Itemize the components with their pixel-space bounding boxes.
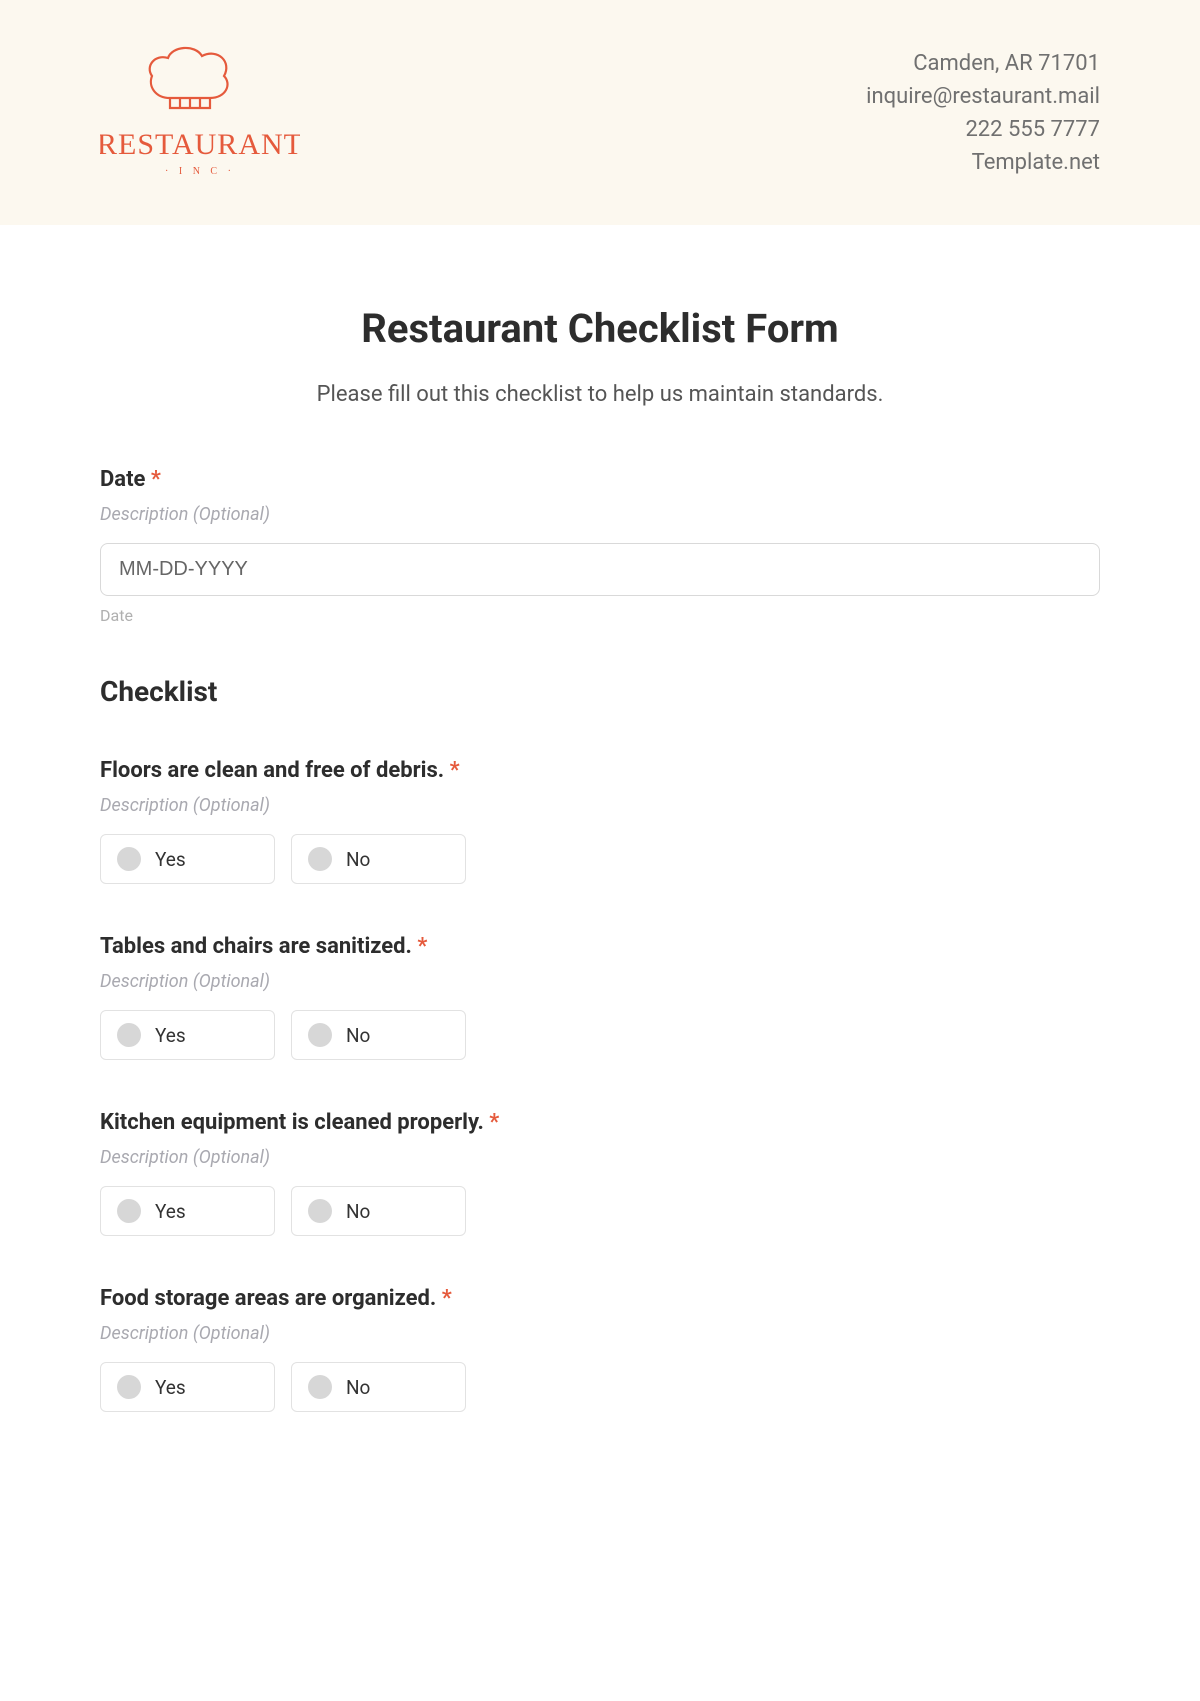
- item-desc: Description (Optional): [100, 971, 1100, 992]
- radio-label: No: [346, 1024, 370, 1047]
- date-input[interactable]: [100, 543, 1100, 596]
- required-mark: *: [450, 758, 460, 783]
- item-desc: Description (Optional): [100, 795, 1100, 816]
- radio-circle-icon: [117, 1199, 141, 1223]
- header-band: RESTAURANT · I N C · Camden, AR 71701 in…: [0, 0, 1200, 225]
- radio-label: No: [346, 848, 370, 871]
- checklist-heading: Checklist: [100, 675, 1100, 708]
- required-mark: *: [151, 467, 161, 492]
- contact-address: Camden, AR 71701: [866, 47, 1100, 80]
- checklist-item: Food storage areas are organized. * Desc…: [100, 1286, 1100, 1412]
- date-label: Date *: [100, 467, 1100, 492]
- date-sublabel: Date: [100, 606, 1100, 625]
- item-label: Food storage areas are organized. *: [100, 1286, 1100, 1311]
- item-label: Kitchen equipment is cleaned properly. *: [100, 1110, 1100, 1135]
- radio-row: Yes No: [100, 1010, 1100, 1060]
- radio-row: Yes No: [100, 1362, 1100, 1412]
- radio-circle-icon: [308, 1199, 332, 1223]
- radio-label: No: [346, 1200, 370, 1223]
- date-field-block: Date * Description (Optional) Date: [100, 467, 1100, 625]
- radio-no[interactable]: No: [291, 1362, 466, 1412]
- radio-yes[interactable]: Yes: [100, 1362, 275, 1412]
- radio-circle-icon: [308, 1023, 332, 1047]
- radio-no[interactable]: No: [291, 1010, 466, 1060]
- contact-email: inquire@restaurant.mail: [866, 80, 1100, 113]
- contact-phone: 222 555 7777: [866, 113, 1100, 146]
- contact-block: Camden, AR 71701 inquire@restaurant.mail…: [866, 47, 1100, 179]
- checklist-item: Tables and chairs are sanitized. * Descr…: [100, 934, 1100, 1060]
- radio-yes[interactable]: Yes: [100, 1186, 275, 1236]
- required-mark: *: [417, 934, 427, 959]
- date-desc: Description (Optional): [100, 504, 1100, 525]
- radio-yes[interactable]: Yes: [100, 834, 275, 884]
- contact-site: Template.net: [866, 146, 1100, 179]
- radio-label: Yes: [155, 1200, 186, 1223]
- page-title: Restaurant Checklist Form: [100, 305, 1100, 352]
- radio-yes[interactable]: Yes: [100, 1010, 275, 1060]
- required-mark: *: [442, 1286, 452, 1311]
- page-subtitle: Please fill out this checklist to help u…: [100, 382, 1100, 407]
- svg-text:· I N C ·: · I N C ·: [165, 166, 235, 177]
- item-label: Tables and chairs are sanitized. *: [100, 934, 1100, 959]
- radio-label: Yes: [155, 1024, 186, 1047]
- radio-circle-icon: [308, 847, 332, 871]
- item-label: Floors are clean and free of debris. *: [100, 758, 1100, 783]
- svg-text:RESTAURANT: RESTAURANT: [100, 128, 300, 161]
- radio-row: Yes No: [100, 1186, 1100, 1236]
- restaurant-logo-icon: RESTAURANT · I N C ·: [100, 36, 300, 186]
- radio-circle-icon: [117, 1023, 141, 1047]
- radio-circle-icon: [308, 1375, 332, 1399]
- radio-no[interactable]: No: [291, 1186, 466, 1236]
- logo: RESTAURANT · I N C ·: [100, 36, 300, 190]
- form-body: Restaurant Checklist Form Please fill ou…: [0, 225, 1200, 1502]
- radio-circle-icon: [117, 847, 141, 871]
- checklist-item: Kitchen equipment is cleaned properly. *…: [100, 1110, 1100, 1236]
- radio-label: Yes: [155, 848, 186, 871]
- radio-circle-icon: [117, 1375, 141, 1399]
- item-desc: Description (Optional): [100, 1147, 1100, 1168]
- item-desc: Description (Optional): [100, 1323, 1100, 1344]
- radio-label: No: [346, 1376, 370, 1399]
- radio-label: Yes: [155, 1376, 186, 1399]
- radio-row: Yes No: [100, 834, 1100, 884]
- checklist-item: Floors are clean and free of debris. * D…: [100, 758, 1100, 884]
- radio-no[interactable]: No: [291, 834, 466, 884]
- required-mark: *: [489, 1110, 499, 1135]
